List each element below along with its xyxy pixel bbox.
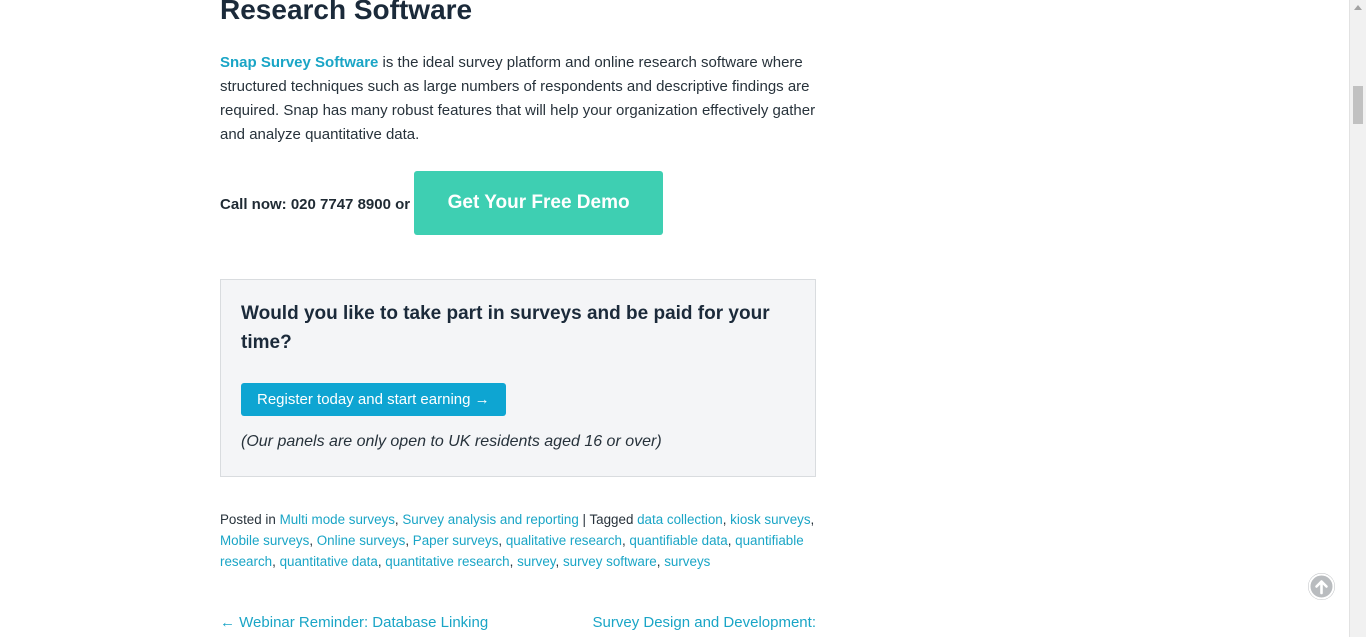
panel-question: Would you like to take part in surveys a… (241, 303, 770, 353)
next-post-link[interactable]: Survey Design and Development: (593, 614, 816, 631)
arrow-up-circle-icon (1308, 573, 1335, 600)
tag-link[interactable]: Mobile surveys (220, 533, 309, 548)
tag-link[interactable]: data collection (637, 512, 723, 527)
survey-panel-box: Would you like to take part in surveys a… (220, 279, 816, 477)
tag-link[interactable]: quantitative data (280, 554, 378, 569)
previous-post-link[interactable]: ← Webinar Reminder: Database Linking (220, 614, 488, 631)
posted-in-label: Posted in (220, 512, 280, 527)
scroll-up-arrow-icon[interactable] (1354, 5, 1362, 10)
panel-eligibility-note: (Our panels are only open to UK resident… (241, 433, 662, 450)
intro-paragraph: Snap Survey Software is the ideal survey… (220, 51, 818, 147)
category-link[interactable]: Survey analysis and reporting (402, 512, 578, 527)
tag-link[interactable]: kiosk surveys (730, 512, 810, 527)
snap-survey-software-link[interactable]: Snap Survey Software (220, 54, 378, 71)
tag-link[interactable]: qualitative research (506, 533, 622, 548)
tag-link[interactable]: survey (517, 554, 555, 569)
cta-row: Call now: 020 7747 8900 or Get Your Free… (220, 171, 664, 235)
vertical-scrollbar[interactable] (1349, 0, 1366, 637)
tag-link[interactable]: survey software (563, 554, 657, 569)
tagged-label: | Tagged (578, 512, 638, 527)
tag-link[interactable]: quantifiable data (629, 533, 727, 548)
page: Research Software Snap Survey Software i… (0, 0, 1366, 637)
category-link[interactable]: Multi mode surveys (280, 512, 395, 527)
section-heading: Research Software (220, 0, 473, 25)
tag-link[interactable]: Paper surveys (413, 533, 499, 548)
register-button[interactable]: Register today and start earning → (241, 383, 506, 416)
scroll-to-top-button[interactable] (1308, 573, 1335, 600)
free-demo-button[interactable]: Get Your Free Demo (414, 171, 664, 235)
call-now-text: Call now: 020 7747 8900 or (220, 195, 411, 213)
tag-link[interactable]: surveys (664, 554, 710, 569)
post-meta: Posted in Multi mode surveys, Survey ana… (220, 512, 815, 569)
scrollbar-thumb[interactable] (1353, 86, 1363, 124)
tag-link[interactable]: Online surveys (317, 533, 406, 548)
tag-link[interactable]: quantitative research (385, 554, 509, 569)
